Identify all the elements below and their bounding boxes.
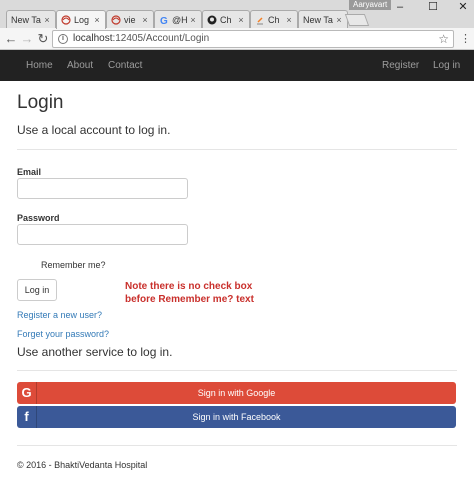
browser-titlebar: New Ta × Log × vie × G @H × Ch × Ch × Ne… bbox=[0, 0, 474, 29]
google-button-label: Sign in with Google bbox=[197, 388, 276, 398]
nav-login[interactable]: Log in bbox=[433, 50, 460, 81]
facebook-button-label: Sign in with Facebook bbox=[192, 412, 281, 422]
email-label: Email bbox=[17, 167, 42, 177]
address-bar[interactable]: i localhost:12405/Account/Login ☆ bbox=[52, 30, 454, 48]
password-label: Password bbox=[17, 213, 60, 223]
tab-label: vie bbox=[124, 14, 136, 25]
tab-label: @H bbox=[172, 14, 188, 25]
info-icon[interactable]: i bbox=[58, 34, 68, 44]
maximize-icon[interactable]: ☐ bbox=[418, 0, 448, 14]
facebook-icon: f bbox=[17, 406, 37, 428]
divider bbox=[17, 370, 457, 371]
tab-stackoverflow[interactable]: Ch × bbox=[250, 10, 298, 28]
tab-label: New Ta bbox=[303, 14, 333, 25]
stackoverflow-icon bbox=[255, 15, 265, 25]
divider bbox=[17, 445, 457, 446]
back-arrow-icon[interactable]: ← bbox=[4, 31, 18, 47]
tab-login[interactable]: Log × bbox=[56, 10, 106, 29]
site-navbar: Home About Contact Register Log in bbox=[0, 50, 474, 81]
note-line-2: before Remember me? text bbox=[125, 294, 254, 305]
tab-label: Ch bbox=[220, 14, 232, 25]
google-signin-button[interactable]: G Sign in with Google bbox=[17, 382, 456, 404]
email-field[interactable] bbox=[17, 178, 188, 199]
google-icon: G bbox=[17, 382, 37, 404]
remember-me-label[interactable]: Remember me? bbox=[41, 260, 106, 270]
close-icon[interactable]: × bbox=[188, 15, 198, 25]
reload-icon[interactable]: ↻ bbox=[36, 31, 50, 47]
nav-contact[interactable]: Contact bbox=[108, 50, 142, 81]
svg-text:G: G bbox=[160, 16, 168, 25]
google-icon: G bbox=[159, 15, 169, 27]
window-close-icon[interactable]: ✕ bbox=[448, 0, 474, 14]
note-line-1: Note there is no check box bbox=[125, 281, 253, 292]
github-icon bbox=[207, 15, 217, 25]
tab-label: Ch bbox=[268, 14, 280, 25]
tab-google[interactable]: G @H × bbox=[154, 10, 202, 28]
external-login-heading: Use another service to log in. bbox=[17, 345, 173, 359]
close-icon[interactable]: × bbox=[42, 15, 52, 25]
page-subtitle: Use a local account to log in. bbox=[17, 123, 171, 137]
bookmark-star-icon[interactable]: ☆ bbox=[438, 31, 449, 47]
new-tab-button[interactable] bbox=[344, 14, 370, 26]
tab-github[interactable]: Ch × bbox=[202, 10, 250, 28]
close-icon[interactable]: × bbox=[236, 15, 246, 25]
tab-new-tab-2[interactable]: New Ta × bbox=[298, 10, 348, 28]
close-icon[interactable]: × bbox=[140, 15, 150, 25]
tab-view[interactable]: vie × bbox=[106, 10, 154, 28]
forgot-password-link[interactable]: Forget your password? bbox=[17, 329, 109, 339]
tab-label: New Ta bbox=[11, 14, 41, 25]
facebook-signin-button[interactable]: f Sign in with Facebook bbox=[17, 406, 456, 428]
login-button[interactable]: Log in bbox=[17, 279, 57, 301]
nav-register[interactable]: Register bbox=[382, 50, 419, 81]
page-title: Login bbox=[17, 92, 64, 113]
tab-label: Log bbox=[74, 15, 90, 25]
web-icon bbox=[61, 15, 71, 25]
close-icon[interactable]: × bbox=[284, 15, 294, 25]
web-icon bbox=[111, 14, 121, 25]
divider bbox=[17, 149, 457, 150]
forward-arrow-icon[interactable]: → bbox=[20, 31, 34, 47]
register-link[interactable]: Register a new user? bbox=[17, 310, 102, 320]
menu-icon[interactable]: ⋮ bbox=[460, 32, 471, 45]
browser-toolbar: ← → ↻ i localhost:12405/Account/Login ☆ … bbox=[0, 28, 474, 50]
nav-home[interactable]: Home bbox=[26, 50, 53, 81]
password-field[interactable] bbox=[17, 224, 188, 245]
tab-new-tab-1[interactable]: New Ta × bbox=[6, 10, 56, 28]
close-icon[interactable]: × bbox=[334, 15, 344, 25]
footer-text: © 2016 - BhaktiVedanta Hospital bbox=[17, 460, 148, 470]
close-icon[interactable]: × bbox=[92, 15, 102, 25]
url-text[interactable]: localhost:12405/Account/Login bbox=[73, 31, 209, 47]
nav-about[interactable]: About bbox=[67, 50, 93, 81]
annotation-note: Note there is no check box before Rememb… bbox=[125, 280, 315, 306]
minimize-icon[interactable]: – bbox=[385, 0, 415, 14]
